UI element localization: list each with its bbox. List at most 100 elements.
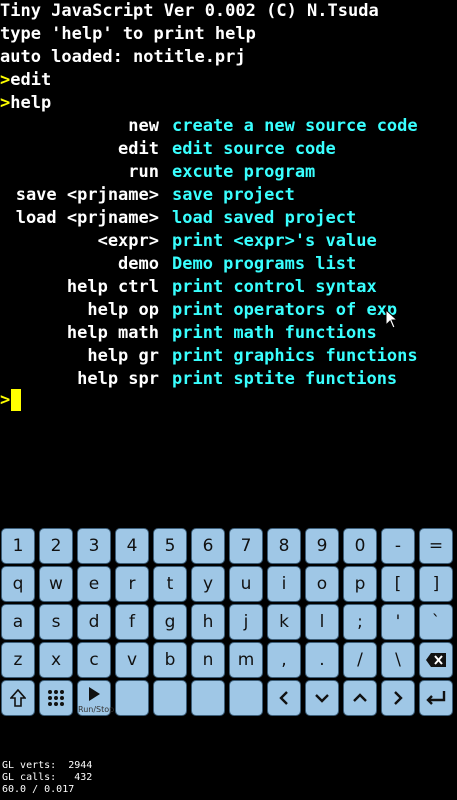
key-label: [	[394, 574, 402, 594]
mouse-pointer-icon	[385, 309, 399, 329]
key-label: w	[49, 574, 63, 594]
key-z[interactable]: z	[1, 642, 35, 678]
key-d[interactable]: d	[77, 604, 111, 640]
key-label: t	[166, 574, 174, 594]
key-n[interactable]: n	[191, 642, 225, 678]
key-2[interactable]: 2	[39, 528, 73, 564]
key-label: '	[395, 612, 401, 632]
prompt-symbol: >	[0, 390, 11, 410]
key-label: y	[202, 574, 214, 594]
key-label: z	[13, 650, 23, 670]
blank-key[interactable]	[191, 680, 225, 716]
help-description: print <expr>'s value	[172, 231, 377, 251]
help-description: edit source code	[172, 139, 336, 159]
key-label: ]	[432, 574, 440, 594]
key-label: f	[129, 612, 135, 632]
key-label: d	[88, 612, 100, 632]
key-backslash[interactable]: \	[381, 642, 415, 678]
key-label: k	[279, 612, 289, 632]
key-left-bracket[interactable]: [	[381, 566, 415, 602]
key-label: o	[316, 574, 328, 594]
key-b[interactable]: b	[153, 642, 187, 678]
key-e[interactable]: e	[77, 566, 111, 602]
key-l[interactable]: l	[305, 604, 339, 640]
chevron-right-key[interactable]	[381, 680, 415, 716]
key-8[interactable]: 8	[267, 528, 301, 564]
key-y[interactable]: y	[191, 566, 225, 602]
chevron-up-key[interactable]	[343, 680, 377, 716]
key-h[interactable]: h	[191, 604, 225, 640]
help-row: run excute program	[0, 161, 457, 184]
key-label: 6	[202, 536, 214, 556]
key-label: /	[357, 650, 363, 670]
terminal-screen[interactable]: Tiny JavaScript Ver 0.002 (C) N.Tsuda ty…	[0, 0, 457, 520]
key-c[interactable]: c	[77, 642, 111, 678]
gl-calls: GL calls: 432	[2, 772, 93, 783]
key-5[interactable]: 5	[153, 528, 187, 564]
key-right-bracket[interactable]: ]	[419, 566, 453, 602]
key-1[interactable]: 1	[1, 528, 35, 564]
key-v[interactable]: v	[115, 642, 149, 678]
enter-key[interactable]	[419, 680, 453, 716]
key-comma[interactable]: ,	[267, 642, 301, 678]
key-label: 7	[240, 536, 252, 556]
key-o[interactable]: o	[305, 566, 339, 602]
key-3[interactable]: 3	[77, 528, 111, 564]
key-u[interactable]: u	[229, 566, 263, 602]
chevron-down-key[interactable]	[305, 680, 339, 716]
help-command: demo	[118, 254, 159, 274]
text-cursor	[11, 389, 21, 411]
key-label: u	[240, 574, 252, 594]
key-label: ,	[281, 650, 287, 670]
key-p[interactable]: p	[343, 566, 377, 602]
chevron-left-key[interactable]	[267, 680, 301, 716]
key-6[interactable]: 6	[191, 528, 225, 564]
key-f[interactable]: f	[115, 604, 149, 640]
key-slash[interactable]: /	[343, 642, 377, 678]
help-command: save <prjname>	[15, 185, 159, 205]
help-command: help op	[87, 300, 159, 320]
run-icon	[87, 687, 101, 702]
key-m[interactable]: m	[229, 642, 263, 678]
key-t[interactable]: t	[153, 566, 187, 602]
key-x[interactable]: x	[39, 642, 73, 678]
key-q[interactable]: q	[1, 566, 35, 602]
backspace-key[interactable]	[419, 642, 453, 678]
key-7[interactable]: 7	[229, 528, 263, 564]
key-k[interactable]: k	[267, 604, 301, 640]
grid-key[interactable]	[39, 680, 73, 716]
banner-line: auto loaded: notitle.prj	[0, 47, 246, 67]
help-description: excute program	[172, 162, 316, 182]
help-row: save <prjname> save project	[0, 184, 457, 207]
blank-key[interactable]	[153, 680, 187, 716]
run-stop-label: Run/Stop	[78, 705, 115, 714]
key-backtick[interactable]: `	[419, 604, 453, 640]
key-r[interactable]: r	[115, 566, 149, 602]
key-label: .	[319, 650, 325, 670]
key-semicolon[interactable]: ;	[343, 604, 377, 640]
help-command: load <prjname>	[15, 208, 159, 228]
key-minus[interactable]: -	[381, 528, 415, 564]
key-0[interactable]: 0	[343, 528, 377, 564]
key-w[interactable]: w	[39, 566, 73, 602]
key-i[interactable]: i	[267, 566, 301, 602]
blank-key[interactable]	[229, 680, 263, 716]
key-4[interactable]: 4	[115, 528, 149, 564]
help-row: demo Demo programs list	[0, 253, 457, 276]
help-command: help gr	[87, 346, 159, 366]
key-j[interactable]: j	[229, 604, 263, 640]
key-9[interactable]: 9	[305, 528, 339, 564]
onscreen-keyboard: 1 2 3 4 5 6 7 8 9 0 - = q w e r t y u i o p [] a s d f g h j k l; ' ` z x c v…	[0, 522, 457, 738]
key-a[interactable]: a	[1, 604, 35, 640]
key-period[interactable]: .	[305, 642, 339, 678]
key-quote[interactable]: '	[381, 604, 415, 640]
current-prompt-line: >	[0, 389, 10, 412]
key-equals[interactable]: =	[419, 528, 453, 564]
shift-key[interactable]	[1, 680, 35, 716]
help-command: new	[128, 116, 159, 136]
key-label: b	[164, 650, 176, 670]
key-s[interactable]: s	[39, 604, 73, 640]
blank-key[interactable]	[115, 680, 149, 716]
key-g[interactable]: g	[153, 604, 187, 640]
run-stop-key[interactable]: Run/Stop	[77, 680, 115, 716]
